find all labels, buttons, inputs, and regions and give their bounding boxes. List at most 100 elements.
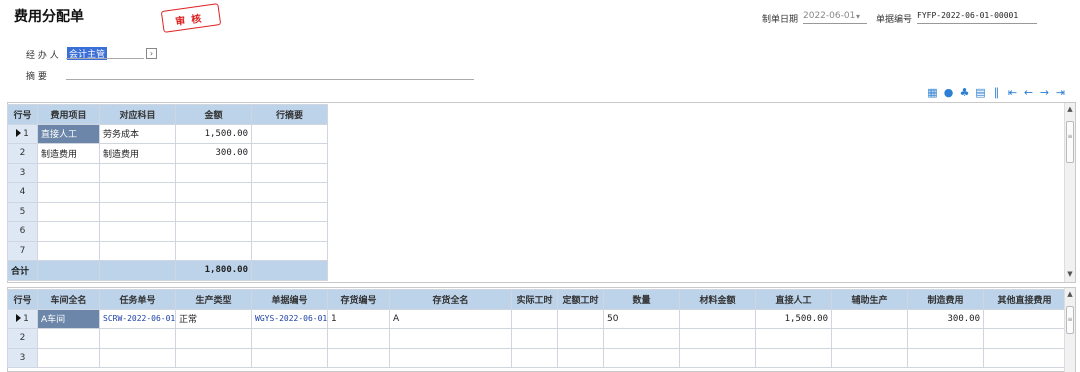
cell-docno[interactable] bbox=[251, 347, 328, 368]
col-header[interactable]: 辅助生产 bbox=[831, 289, 908, 310]
cell-item[interactable] bbox=[37, 201, 100, 222]
docno-field[interactable]: FYFP-2022-06-01-00001 bbox=[917, 11, 1037, 24]
cell-qty[interactable] bbox=[603, 347, 680, 368]
scroll-up-icon[interactable]: ▲ bbox=[1065, 105, 1075, 115]
first-icon[interactable]: ⇤ bbox=[1006, 86, 1019, 99]
col-header[interactable]: 单据编号 bbox=[251, 289, 328, 310]
handler-lookup-button[interactable]: › bbox=[146, 48, 157, 59]
scroll-up-icon[interactable]: ▲ bbox=[1065, 290, 1075, 300]
cell-amount[interactable] bbox=[175, 221, 252, 242]
cell-workshop[interactable] bbox=[37, 328, 100, 349]
col-header[interactable]: 定额工时 bbox=[557, 289, 604, 310]
col-header[interactable]: 行摘要 bbox=[251, 104, 328, 125]
row-number[interactable]: 3 bbox=[7, 162, 38, 183]
cell-task[interactable] bbox=[99, 328, 176, 349]
cell-quota[interactable] bbox=[557, 347, 604, 368]
cell-material[interactable] bbox=[679, 328, 756, 349]
cell-item[interactable] bbox=[37, 182, 100, 203]
cell-material[interactable] bbox=[679, 308, 756, 329]
col-header[interactable]: 直接人工 bbox=[755, 289, 832, 310]
scroll-thumb[interactable]: ≡ bbox=[1066, 306, 1074, 334]
cell-docno[interactable] bbox=[251, 328, 328, 349]
chevron-down-icon[interactable]: ▾ bbox=[856, 12, 866, 22]
cell-other[interactable] bbox=[983, 308, 1066, 329]
cell-task[interactable]: SCRW-2022-06-01-0 bbox=[99, 308, 176, 329]
cell-item[interactable] bbox=[37, 240, 100, 261]
col-header[interactable]: 行号 bbox=[7, 289, 38, 310]
cell-labor[interactable] bbox=[755, 347, 832, 368]
row-number[interactable]: 4 bbox=[7, 182, 38, 203]
cell-memo[interactable] bbox=[251, 182, 328, 203]
cell-aux[interactable] bbox=[831, 308, 908, 329]
cell-quota[interactable] bbox=[557, 328, 604, 349]
cell-ptype[interactable]: 正常 bbox=[175, 308, 252, 329]
cell-amount[interactable]: 300.00 bbox=[175, 143, 252, 164]
cell-labor[interactable] bbox=[755, 328, 832, 349]
attach-icon[interactable]: ∥ bbox=[990, 86, 1003, 99]
memo-field[interactable] bbox=[66, 79, 474, 80]
cell-subject[interactable] bbox=[99, 201, 176, 222]
col-header[interactable]: 对应科目 bbox=[99, 104, 176, 125]
row-number[interactable]: 1 bbox=[7, 308, 38, 329]
comment-icon[interactable]: ● bbox=[942, 86, 955, 99]
cell-workshop[interactable]: A车间 bbox=[37, 308, 100, 329]
cell-subject[interactable] bbox=[99, 221, 176, 242]
cell-memo[interactable] bbox=[251, 240, 328, 261]
col-header[interactable]: 数量 bbox=[603, 289, 680, 310]
detail-grid-scrollbar[interactable]: ▲ ≡ bbox=[1064, 288, 1075, 372]
tree-icon[interactable]: ♣ bbox=[958, 86, 971, 99]
row-number[interactable]: 2 bbox=[7, 328, 38, 349]
cell-item[interactable]: 制造费用 bbox=[37, 143, 100, 164]
cell-ptype[interactable] bbox=[175, 328, 252, 349]
cell-memo[interactable] bbox=[251, 221, 328, 242]
row-number[interactable]: 2 bbox=[7, 143, 38, 164]
cell-item[interactable] bbox=[37, 221, 100, 242]
scroll-down-icon[interactable]: ▼ bbox=[1065, 270, 1075, 280]
cell-item[interactable]: 直接人工 bbox=[37, 123, 100, 144]
cell-invno[interactable] bbox=[327, 347, 390, 368]
last-icon[interactable]: ⇥ bbox=[1054, 86, 1067, 99]
cell-invno[interactable]: 1 bbox=[327, 308, 390, 329]
cell-invname[interactable]: A bbox=[389, 308, 512, 329]
cell-memo[interactable] bbox=[251, 123, 328, 144]
allocation-grid-scrollbar[interactable]: ▲ ≡ ▼ bbox=[1064, 103, 1075, 282]
cell-item[interactable] bbox=[37, 162, 100, 183]
row-number[interactable]: 5 bbox=[7, 201, 38, 222]
cell-docno[interactable]: WGYS-2022-06-01-0 bbox=[251, 308, 328, 329]
cell-mfg[interactable] bbox=[907, 328, 984, 349]
grid-icon[interactable]: ▦ bbox=[926, 86, 939, 99]
cell-amount[interactable] bbox=[175, 240, 252, 261]
cell-memo[interactable] bbox=[251, 201, 328, 222]
cell-actual[interactable] bbox=[511, 347, 558, 368]
cell-ptype[interactable] bbox=[175, 347, 252, 368]
cell-subject[interactable] bbox=[99, 162, 176, 183]
col-header[interactable]: 金额 bbox=[175, 104, 252, 125]
col-header[interactable]: 任务单号 bbox=[99, 289, 176, 310]
cell-material[interactable] bbox=[679, 347, 756, 368]
row-number[interactable]: 7 bbox=[7, 240, 38, 261]
cell-memo[interactable] bbox=[251, 162, 328, 183]
cell-quota[interactable] bbox=[557, 308, 604, 329]
cell-actual[interactable] bbox=[511, 308, 558, 329]
calculator-icon[interactable]: ▤ bbox=[974, 86, 987, 99]
cell-subject[interactable]: 制造费用 bbox=[99, 143, 176, 164]
col-header[interactable]: 实际工时 bbox=[511, 289, 558, 310]
cell-amount[interactable] bbox=[175, 201, 252, 222]
scroll-thumb[interactable]: ≡ bbox=[1066, 121, 1074, 163]
col-header[interactable]: 车间全名 bbox=[37, 289, 100, 310]
col-header[interactable]: 材料金额 bbox=[679, 289, 756, 310]
cell-subject[interactable] bbox=[99, 240, 176, 261]
cell-mfg[interactable]: 300.00 bbox=[907, 308, 984, 329]
cell-other[interactable] bbox=[983, 347, 1066, 368]
cell-amount[interactable] bbox=[175, 182, 252, 203]
cell-invname[interactable] bbox=[389, 347, 512, 368]
cell-task[interactable] bbox=[99, 347, 176, 368]
cell-amount[interactable] bbox=[175, 162, 252, 183]
cell-actual[interactable] bbox=[511, 328, 558, 349]
cell-memo[interactable] bbox=[251, 143, 328, 164]
cell-aux[interactable] bbox=[831, 347, 908, 368]
col-header[interactable]: 存货全名 bbox=[389, 289, 512, 310]
cell-subject[interactable]: 劳务成本 bbox=[99, 123, 176, 144]
col-header[interactable]: 生产类型 bbox=[175, 289, 252, 310]
row-number[interactable]: 6 bbox=[7, 221, 38, 242]
